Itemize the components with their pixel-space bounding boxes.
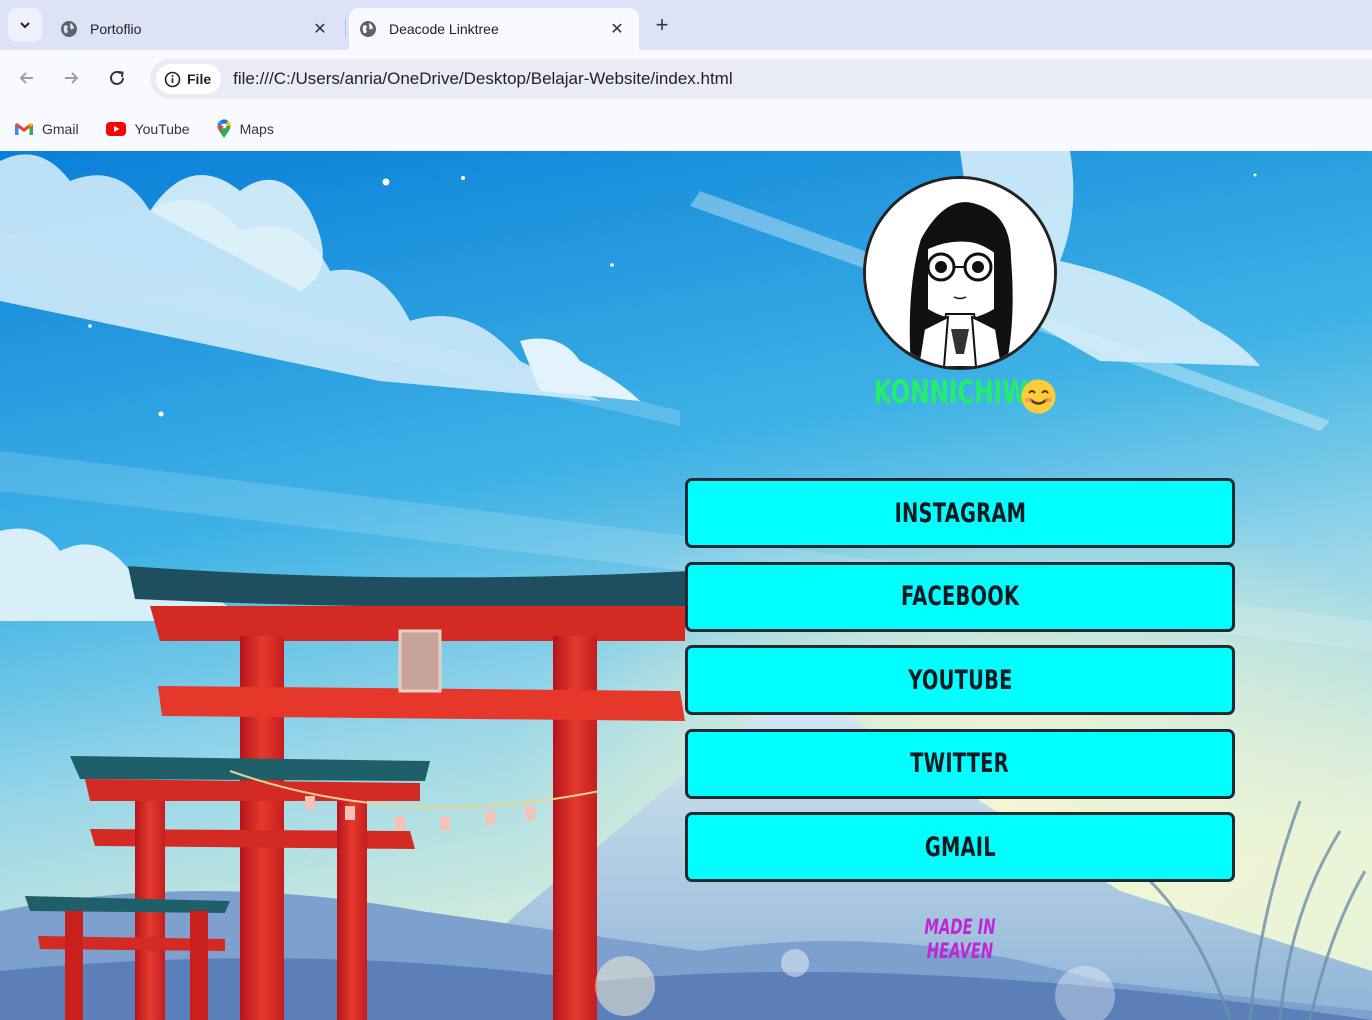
anime-girl-portrait bbox=[866, 179, 1054, 367]
gmail-link-button[interactable]: GMAIL bbox=[685, 812, 1235, 882]
address-bar[interactable]: File file:///C:/Users/anria/OneDrive/Des… bbox=[150, 59, 1372, 99]
info-icon bbox=[164, 71, 181, 87]
page-viewport: KONNICHIWA INSTAGRAM FACEBOOK YOUTUBE TW… bbox=[0, 151, 1372, 1020]
tab-title: Deacode Linktree bbox=[389, 21, 499, 37]
arrow-left-icon bbox=[19, 72, 33, 84]
tab-divider bbox=[345, 18, 346, 38]
link-label: FACEBOOK bbox=[900, 581, 1020, 612]
bookmark-gmail[interactable]: Gmail bbox=[14, 121, 79, 137]
bookmark-youtube[interactable]: YouTube bbox=[105, 121, 190, 137]
profile-avatar bbox=[863, 176, 1057, 370]
tab-deacode-linktree[interactable]: Deacode Linktree ✕ bbox=[349, 8, 639, 50]
close-tab-icon[interactable]: ✕ bbox=[607, 19, 627, 39]
bookmark-label: YouTube bbox=[134, 120, 190, 137]
link-label: YOUTUBE bbox=[907, 664, 1013, 696]
youtube-icon bbox=[105, 121, 126, 136]
bookmark-label: Gmail bbox=[42, 120, 79, 137]
arrow-right-icon bbox=[65, 72, 79, 84]
reload-icon bbox=[110, 70, 124, 85]
link-label: TWITTER bbox=[910, 748, 1010, 779]
greeting-wrapper: KONNICHIWA bbox=[700, 373, 1220, 417]
bookmark-label: Maps bbox=[239, 120, 274, 137]
new-tab-button[interactable]: + bbox=[648, 11, 676, 39]
youtube-link-button[interactable]: YOUTUBE bbox=[685, 645, 1235, 715]
tab-portoflio[interactable]: Portoflio ✕ bbox=[52, 8, 342, 50]
bookmark-maps[interactable]: Maps bbox=[216, 118, 274, 139]
tab-strip: Portoflio ✕ Deacode Linktree ✕ + bbox=[0, 0, 1372, 50]
footer-text: MADE IN HEAVEN bbox=[924, 915, 996, 963]
close-tab-icon[interactable]: ✕ bbox=[310, 19, 330, 39]
site-info-chip[interactable]: File bbox=[156, 64, 222, 94]
links-list: INSTAGRAM FACEBOOK YOUTUBE TWITTER GMAIL bbox=[685, 478, 1235, 896]
link-label: GMAIL bbox=[924, 831, 996, 863]
back-button[interactable] bbox=[11, 62, 43, 94]
link-label: INSTAGRAM bbox=[894, 497, 1026, 529]
browser-toolbar: File file:///C:/Users/anria/OneDrive/Des… bbox=[0, 50, 1372, 106]
chevron-down-icon bbox=[20, 22, 30, 29]
greeting-text: KONNICHIWA bbox=[873, 373, 1044, 411]
tab-title: Portoflio bbox=[90, 21, 142, 37]
gmail-icon bbox=[15, 122, 33, 135]
forward-button[interactable] bbox=[55, 62, 87, 94]
twitter-link-button[interactable]: TWITTER bbox=[685, 728, 1235, 799]
url-text[interactable]: file:///C:/Users/anria/OneDrive/Desktop/… bbox=[233, 69, 732, 89]
globe-icon bbox=[61, 21, 77, 37]
globe-icon bbox=[360, 21, 376, 37]
smiling-face-icon bbox=[1021, 379, 1056, 414]
bookmarks-bar: Gmail YouTube Maps bbox=[0, 106, 1372, 151]
instagram-link-button[interactable]: INSTAGRAM bbox=[685, 478, 1235, 548]
maps-icon bbox=[217, 118, 231, 138]
reload-button[interactable] bbox=[101, 62, 133, 94]
footer: MADE IN HEAVEN bbox=[860, 915, 1060, 963]
site-info-label: File bbox=[187, 71, 212, 87]
facebook-link-button[interactable]: FACEBOOK bbox=[685, 561, 1235, 632]
tab-search-button[interactable] bbox=[8, 8, 42, 42]
